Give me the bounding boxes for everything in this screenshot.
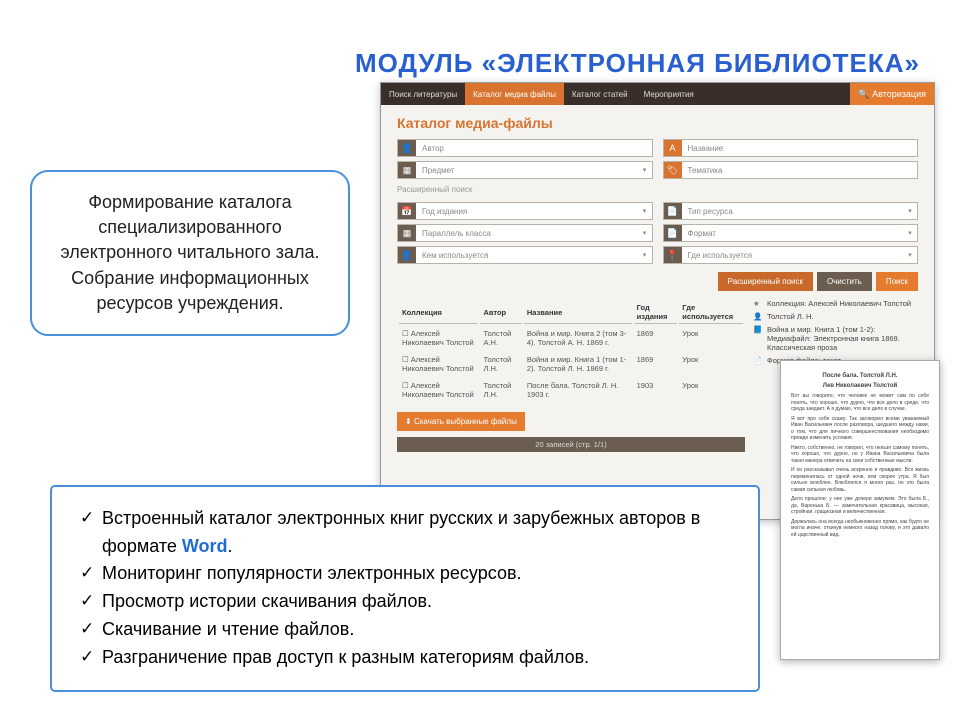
doc-paragraph: Вот вы говорите, что человек не может са…: [791, 393, 929, 413]
clear-button[interactable]: Очистить: [817, 272, 872, 291]
pager: 20 записей (стр. 1/1): [397, 437, 745, 452]
grid-icon: ▦: [398, 225, 416, 241]
page-heading: Каталог медиа-файлы: [397, 115, 918, 131]
col-year[interactable]: Год издания: [634, 301, 678, 324]
feature-item: Мониторинг популярности электронных ресу…: [76, 560, 734, 588]
document-preview: После бала. Толстой Л.Н. Лев Николаевич …: [780, 360, 940, 660]
doc-paragraph: И он рассказывал очень искренно и правди…: [791, 467, 929, 493]
used-where-field[interactable]: 📍Где используется▾: [663, 246, 919, 264]
search-button[interactable]: Поиск: [876, 272, 918, 291]
location-icon: 📍: [664, 247, 682, 263]
auth-button[interactable]: 🔍Авторизация: [850, 83, 934, 105]
col-collection[interactable]: Коллекция: [399, 301, 478, 324]
download-button[interactable]: ⬇ Скачать выбранные файлы: [397, 412, 525, 431]
chevron-down-icon: ▾: [638, 166, 652, 174]
filter-chip[interactable]: 📘Война и мир. Книга 1 (том 1-2): Медиафа…: [753, 325, 918, 352]
doc-subtitle: Лев Николаевич Толстой: [791, 383, 929, 389]
top-nav: Поиск литературы Каталог медиа файлы Кат…: [381, 83, 934, 105]
callout-description: Формирование каталога специализированног…: [30, 170, 350, 336]
feature-item: Разграничение прав доступ к разным катег…: [76, 644, 734, 672]
nav-tab[interactable]: Каталог статей: [564, 83, 636, 105]
search-icon: 🔍: [858, 89, 869, 100]
table-row[interactable]: ☐ Алексей Николаевич ТолстойТолстой А.Н.…: [399, 326, 743, 350]
class-field[interactable]: ▦Параллель класса▾: [397, 224, 653, 242]
table-row[interactable]: ☐ Алексей Николаевич ТолстойТолстой Л.Н.…: [399, 352, 743, 376]
results-table: Коллекция Автор Название Год издания Где…: [397, 299, 745, 404]
filter-chip[interactable]: 👤Толстой Л. Н.: [753, 312, 918, 321]
filter-chip[interactable]: ★Коллекция: Алексей Николаевич Толстой: [753, 299, 918, 308]
grid-icon: ▦: [398, 162, 416, 178]
doc-title: После бала. Толстой Л.Н.: [791, 373, 929, 379]
author-field[interactable]: 👤Автор: [397, 139, 653, 157]
callout-features: Встроенный каталог электронных книг русс…: [50, 485, 760, 692]
doc-icon: 📄: [664, 203, 682, 219]
feature-item: Скачивание и чтение файлов.: [76, 616, 734, 644]
col-author[interactable]: Автор: [480, 301, 521, 324]
doc-paragraph: Я вот про себя скажу. Так заговорил всем…: [791, 416, 929, 442]
tag-icon: 🏷: [664, 162, 682, 178]
resource-type-field[interactable]: 📄Тип ресурса▾: [663, 202, 919, 220]
user-icon: 👤: [398, 247, 416, 263]
doc-paragraph: Держалась она всегда необыкновенно прямо…: [791, 519, 929, 539]
table-row[interactable]: ☐ Алексей Николаевич ТолстойТолстой Л.Н.…: [399, 378, 743, 402]
feature-item: Просмотр истории скачивания файлов.: [76, 588, 734, 616]
nav-tab[interactable]: Мероприятия: [636, 83, 702, 105]
nav-tab[interactable]: Каталог медиа файлы: [465, 83, 564, 105]
format-field[interactable]: 📄Формат▾: [663, 224, 919, 242]
advanced-search-button[interactable]: Расширенный поиск: [718, 272, 813, 291]
topic-field[interactable]: 🏷Тематика: [663, 161, 919, 179]
doc-paragraph: Дело прошлое; у нее уже дочери замужем. …: [791, 496, 929, 516]
year-field[interactable]: 📅Год издания▾: [397, 202, 653, 220]
subject-field[interactable]: ▦Предмет▾: [397, 161, 653, 179]
col-title[interactable]: Название: [524, 301, 632, 324]
feature-item: Встроенный каталог электронных книг русс…: [76, 505, 734, 561]
doc-icon: 📄: [664, 225, 682, 241]
used-by-field[interactable]: 👤Кем используется▾: [397, 246, 653, 264]
word-link: Word: [182, 536, 228, 556]
col-where[interactable]: Где используется: [679, 301, 743, 324]
user-icon: 👤: [398, 140, 416, 156]
advanced-search-toggle[interactable]: Расширенный поиск: [397, 185, 918, 194]
slide-title: МОДУЛЬ «ЭЛЕКТРОННАЯ БИБЛИОТЕКА»: [355, 48, 920, 79]
title-field[interactable]: AНазвание: [663, 139, 919, 157]
nav-tab[interactable]: Поиск литературы: [381, 83, 465, 105]
doc-paragraph: Никто, собственно, не говорил, что нельз…: [791, 445, 929, 465]
download-icon: ⬇: [405, 417, 412, 426]
title-icon: A: [664, 140, 682, 156]
calendar-icon: 📅: [398, 203, 416, 219]
